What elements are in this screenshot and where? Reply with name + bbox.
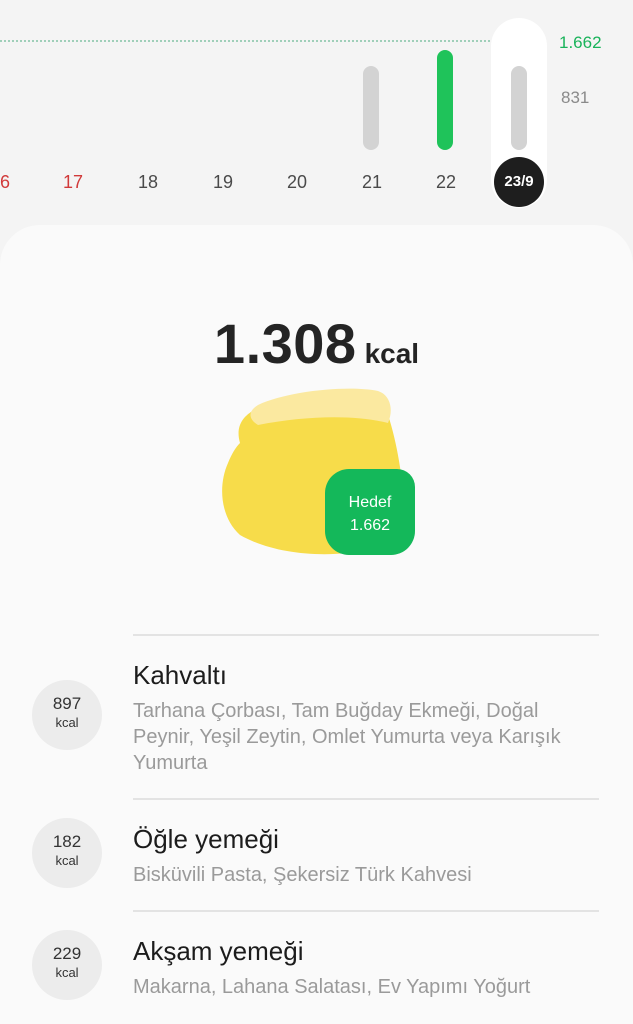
meal-kcal-unit: kcal — [55, 965, 79, 980]
day-label[interactable]: 20 — [277, 172, 317, 193]
meal-dinner[interactable]: 229 kcal Akşam yemeği Makarna, Lahana Sa… — [0, 910, 633, 1022]
goal-badge-label: Hedef — [348, 494, 392, 511]
day-label[interactable]: 22 — [426, 172, 466, 193]
goal-axis-label: 1.662 — [559, 33, 602, 52]
meal-kcal-badge: 229 kcal — [32, 930, 102, 1000]
day-summary-card: 1.308 kcal Hedef 1.662 897 kcal Kahvaltı … — [0, 225, 633, 1024]
day-label[interactable]: 17 — [53, 172, 93, 193]
meal-kcal-value: 897 — [52, 694, 82, 713]
meal-kcal-unit: kcal — [55, 715, 79, 730]
meal-breakfast[interactable]: 897 kcal Kahvaltı Tarhana Çorbası, Tam B… — [0, 634, 633, 798]
meal-title: Akşam yemeği — [133, 936, 304, 966]
meal-items: Tarhana Çorbası, Tam Buğday Ekmeği, Doğa… — [133, 700, 561, 774]
meal-kcal-badge: 897 kcal — [32, 680, 102, 750]
day-label[interactable]: 6 — [0, 172, 25, 193]
meal-kcal-value: 182 — [52, 832, 82, 851]
meal-title: Öğle yemeği — [133, 824, 279, 854]
bar-day-23[interactable] — [511, 66, 527, 150]
goal-line — [0, 40, 498, 42]
day-label[interactable]: 19 — [203, 172, 243, 193]
bar-day-21[interactable] — [363, 66, 379, 150]
meal-items: Makarna, Lahana Salatası, Ev Yapımı Yoğu… — [133, 976, 531, 998]
meal-kcal-badge: 182 kcal — [32, 818, 102, 888]
day-label[interactable]: 18 — [128, 172, 168, 193]
meal-items: Bisküvili Pasta, Şekersiz Türk Kahvesi — [133, 864, 472, 886]
meal-title: Kahvaltı — [133, 660, 227, 690]
total-calories-value: 1.308 — [213, 312, 357, 375]
meal-lunch[interactable]: 182 kcal Öğle yemeği Bisküvili Pasta, Şe… — [0, 798, 633, 910]
total-calories: 1.308 kcal — [0, 311, 633, 376]
daily-calorie-chart[interactable]: 1.662 831 6 17 18 19 20 21 22 23/9 — [0, 0, 633, 225]
bar-day-22[interactable] — [437, 50, 453, 150]
meal-kcal-unit: kcal — [55, 853, 79, 868]
day-label[interactable]: 21 — [352, 172, 392, 193]
meal-kcal-value: 229 — [52, 944, 82, 963]
mid-axis-label: 831 — [561, 88, 590, 107]
goal-badge-value: 1.662 — [349, 517, 391, 534]
goal-badge: Hedef 1.662 — [325, 469, 415, 555]
total-calories-unit: kcal — [364, 338, 420, 369]
screen: 1.662 831 6 17 18 19 20 21 22 23/9 1.308… — [0, 0, 633, 1024]
day-label-selected[interactable]: 23/9 — [494, 157, 544, 207]
